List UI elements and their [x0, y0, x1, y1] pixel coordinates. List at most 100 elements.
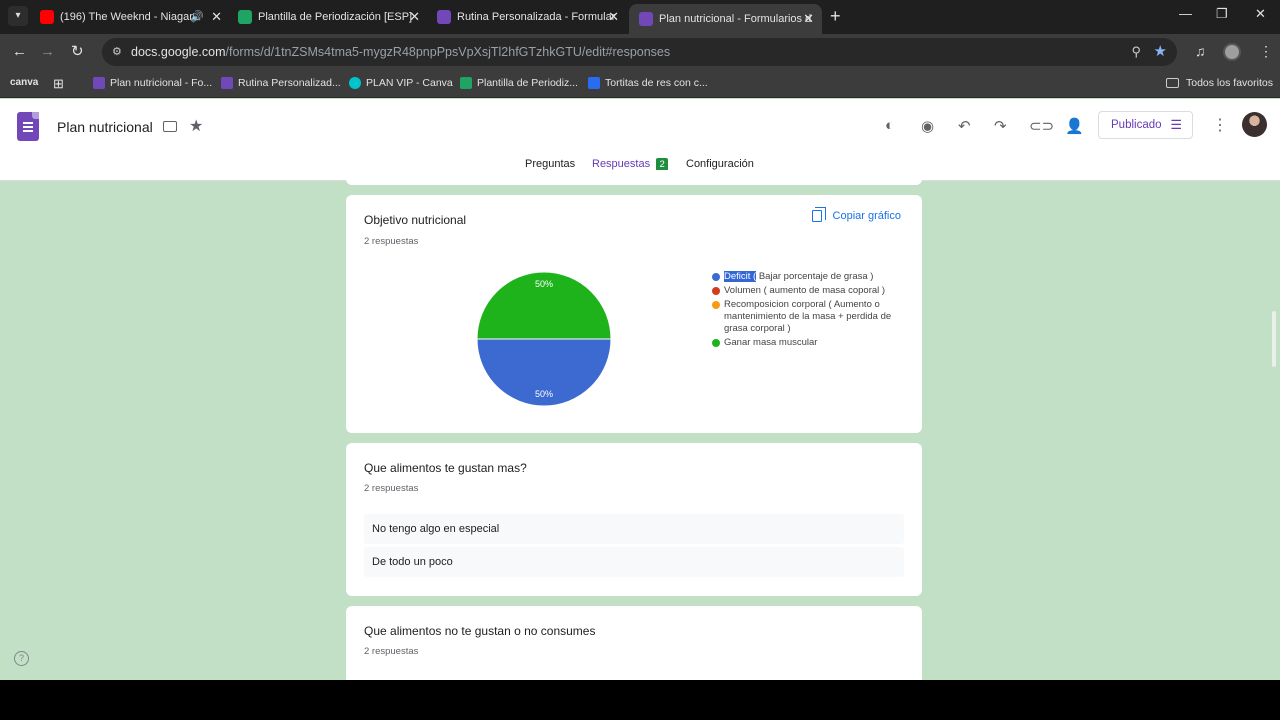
back-icon[interactable]: ← — [12, 43, 27, 61]
published-button[interactable]: Publicado ☰ — [1098, 111, 1193, 139]
forms-icon — [221, 77, 233, 89]
tab-plantilla[interactable]: Plantilla de Periodización [ESP] ✕ — [228, 4, 428, 30]
zoom-icon[interactable]: ⚲ — [1131, 44, 1141, 60]
sheets-icon — [238, 10, 252, 24]
url-path: /forms/d/1tnZSMs4tma5-mygzR48pnpPpsVpXsj… — [225, 45, 671, 59]
tab-title: Plantilla de Periodización [ESP] — [258, 11, 413, 23]
legend-item: Ganar masa muscular — [712, 337, 892, 349]
pie-slice-label: 50% — [535, 389, 553, 399]
legend-label: Bajar porcentaje de grasa ) — [756, 271, 874, 282]
pie-chart: 50% 50% — [476, 271, 612, 407]
all-bookmarks[interactable]: Todos los favoritos — [1166, 77, 1273, 89]
tab-rutina[interactable]: Rutina Personalizada - Formular ✕ — [427, 4, 627, 30]
speaker-icon[interactable]: 🔊 — [190, 4, 204, 30]
legend-dot — [712, 287, 720, 295]
bookmark-label: Tortitas de res con c... — [605, 77, 708, 89]
preview-icon[interactable]: ◉ — [921, 117, 934, 135]
reload-icon[interactable]: ↻ — [71, 43, 84, 61]
tab-search-icon[interactable]: ▾ — [8, 6, 28, 26]
close-tab-icon[interactable]: ✕ — [608, 4, 619, 30]
tab-youtube[interactable]: (196) The Weeknd - Niagara 🔊 ✕ — [30, 4, 230, 30]
folder-icon — [1166, 78, 1179, 88]
browser-toolbar: ← → ↻ ⚙ docs.google.com/forms/d/1tnZSMs4… — [0, 34, 1280, 70]
bookmark-rutina[interactable]: Rutina Personalizad... — [221, 77, 341, 89]
tab-title: (196) The Weeknd - Niagara — [60, 11, 199, 23]
question-title: Que alimentos te gustan mas? — [364, 461, 527, 475]
bookmark-label: Plantilla de Periodiz... — [477, 77, 578, 89]
bookmark-label: Plan nutricional - Fo... — [110, 77, 213, 89]
help-icon[interactable]: ? — [14, 651, 29, 666]
response-count: 2 respuestas — [364, 483, 419, 494]
copy-chart-button[interactable]: Copiar gráfico — [811, 207, 901, 222]
legend-highlighted-text: Deficit ( — [724, 271, 757, 282]
response-row: De todo un poco — [364, 547, 904, 577]
tab-responses-label: Respuestas — [592, 158, 651, 170]
move-to-folder-icon[interactable] — [163, 121, 177, 132]
question-card-objective: Objetivo nutricional 2 respuestas Copiar… — [346, 195, 922, 433]
copy-chart-label: Copiar gráfico — [832, 210, 901, 222]
bookmark-label: Rutina Personalizad... — [238, 77, 341, 89]
address-bar[interactable]: ⚙ docs.google.com/forms/d/1tnZSMs4tma5-m… — [102, 38, 1177, 66]
previous-question-card — [346, 170, 922, 185]
browser-menu-icon[interactable]: ⋮ — [1259, 43, 1273, 60]
apps-grid-icon[interactable]: ⊞ — [53, 76, 64, 92]
forms-header: Plan nutricional ★ ◐ ◉ ↶ ↷ ⊂⊃ 👤 Publicad… — [0, 99, 1280, 181]
customize-theme-icon[interactable]: ◐ — [885, 117, 894, 134]
profile-icon[interactable] — [1223, 43, 1241, 61]
legend-item: Deficit ( Bajar porcentaje de grasa ) — [712, 271, 892, 283]
forms-icon — [639, 12, 653, 26]
bookmark-plantilla[interactable]: Plantilla de Periodiz... — [460, 77, 578, 89]
avatar[interactable] — [1242, 112, 1267, 137]
star-icon[interactable]: ★ — [189, 116, 203, 136]
add-collaborators-icon[interactable]: 👤 — [1065, 117, 1084, 135]
more-options-icon[interactable]: ⋮ — [1212, 115, 1228, 135]
pie-slice-label: 50% — [535, 279, 553, 289]
bookmarks-bar: canva ⊞ Plan nutricional - Fo... Rutina … — [0, 70, 1280, 98]
close-tab-icon[interactable]: ✕ — [211, 4, 222, 30]
legend-dot — [712, 339, 720, 347]
bookmark-tortitas[interactable]: Tortitas de res con c... — [588, 77, 708, 89]
legend-label: Ganar masa muscular — [724, 337, 818, 348]
bookmark-plan-nutricional[interactable]: Plan nutricional - Fo... — [93, 77, 212, 89]
canva-icon — [349, 77, 361, 89]
minimize-icon[interactable]: — — [1179, 6, 1192, 21]
tab-title: Rutina Personalizada - Formular — [457, 11, 616, 23]
bookmark-plan-vip[interactable]: PLAN VIP - Canva — [349, 77, 453, 89]
legend-item: Volumen ( aumento de masa coporal ) — [712, 285, 892, 297]
chart-legend: Deficit ( Bajar porcentaje de grasa ) Vol… — [712, 271, 892, 351]
legend-label: Volumen ( aumento de masa coporal ) — [724, 285, 886, 296]
recipe-site-icon — [588, 77, 600, 89]
tab-title: Plan nutricional - Formularios d — [659, 13, 812, 25]
redo-icon[interactable]: ↷ — [994, 117, 1007, 135]
site-info-icon[interactable]: ⚙ — [112, 45, 122, 58]
media-control-icon[interactable]: ♫ — [1195, 43, 1206, 59]
form-title[interactable]: Plan nutricional — [57, 119, 153, 135]
sheets-icon — [460, 77, 472, 89]
response-count: 2 respuestas — [364, 236, 419, 247]
undo-icon[interactable]: ↶ — [958, 117, 971, 135]
question-card-dislikes: Que alimentos no te gustan o no consumes… — [346, 606, 922, 680]
youtube-icon — [40, 10, 54, 24]
scrollbar-thumb[interactable] — [1272, 311, 1276, 367]
close-window-icon[interactable]: ✕ — [1255, 6, 1266, 22]
tab-plan-nutricional[interactable]: Plan nutricional - Formularios d ✕ — [629, 4, 822, 34]
question-title: Que alimentos no te gustan o no consumes — [364, 624, 596, 638]
bookmark-label: PLAN VIP - Canva — [366, 77, 453, 89]
close-tab-icon[interactable]: ✕ — [803, 6, 814, 32]
tune-icon: ☰ — [1170, 117, 1182, 132]
all-bookmarks-label: Todos los favoritos — [1186, 77, 1273, 89]
browser-window: ▾ (196) The Weeknd - Niagara 🔊 ✕ Plantil… — [0, 0, 1280, 680]
bookmark-star-icon[interactable]: ★ — [1154, 42, 1167, 60]
copy-link-icon[interactable]: ⊂⊃ — [1029, 117, 1054, 135]
legend-item: Recomposicion corporal ( Aumento o mante… — [712, 299, 892, 335]
forward-icon[interactable]: → — [40, 43, 55, 61]
bookmark-canva[interactable]: canva — [10, 77, 38, 88]
legend-dot — [712, 301, 720, 309]
google-forms-logo[interactable] — [17, 112, 39, 141]
close-tab-icon[interactable]: ✕ — [409, 4, 420, 30]
new-tab-button[interactable]: + — [830, 6, 841, 26]
published-label: Publicado — [1111, 119, 1162, 131]
restore-icon[interactable]: ❐ — [1216, 6, 1228, 22]
legend-label: Recomposicion corporal ( Aumento o mante… — [724, 299, 892, 334]
legend-dot — [712, 273, 720, 281]
